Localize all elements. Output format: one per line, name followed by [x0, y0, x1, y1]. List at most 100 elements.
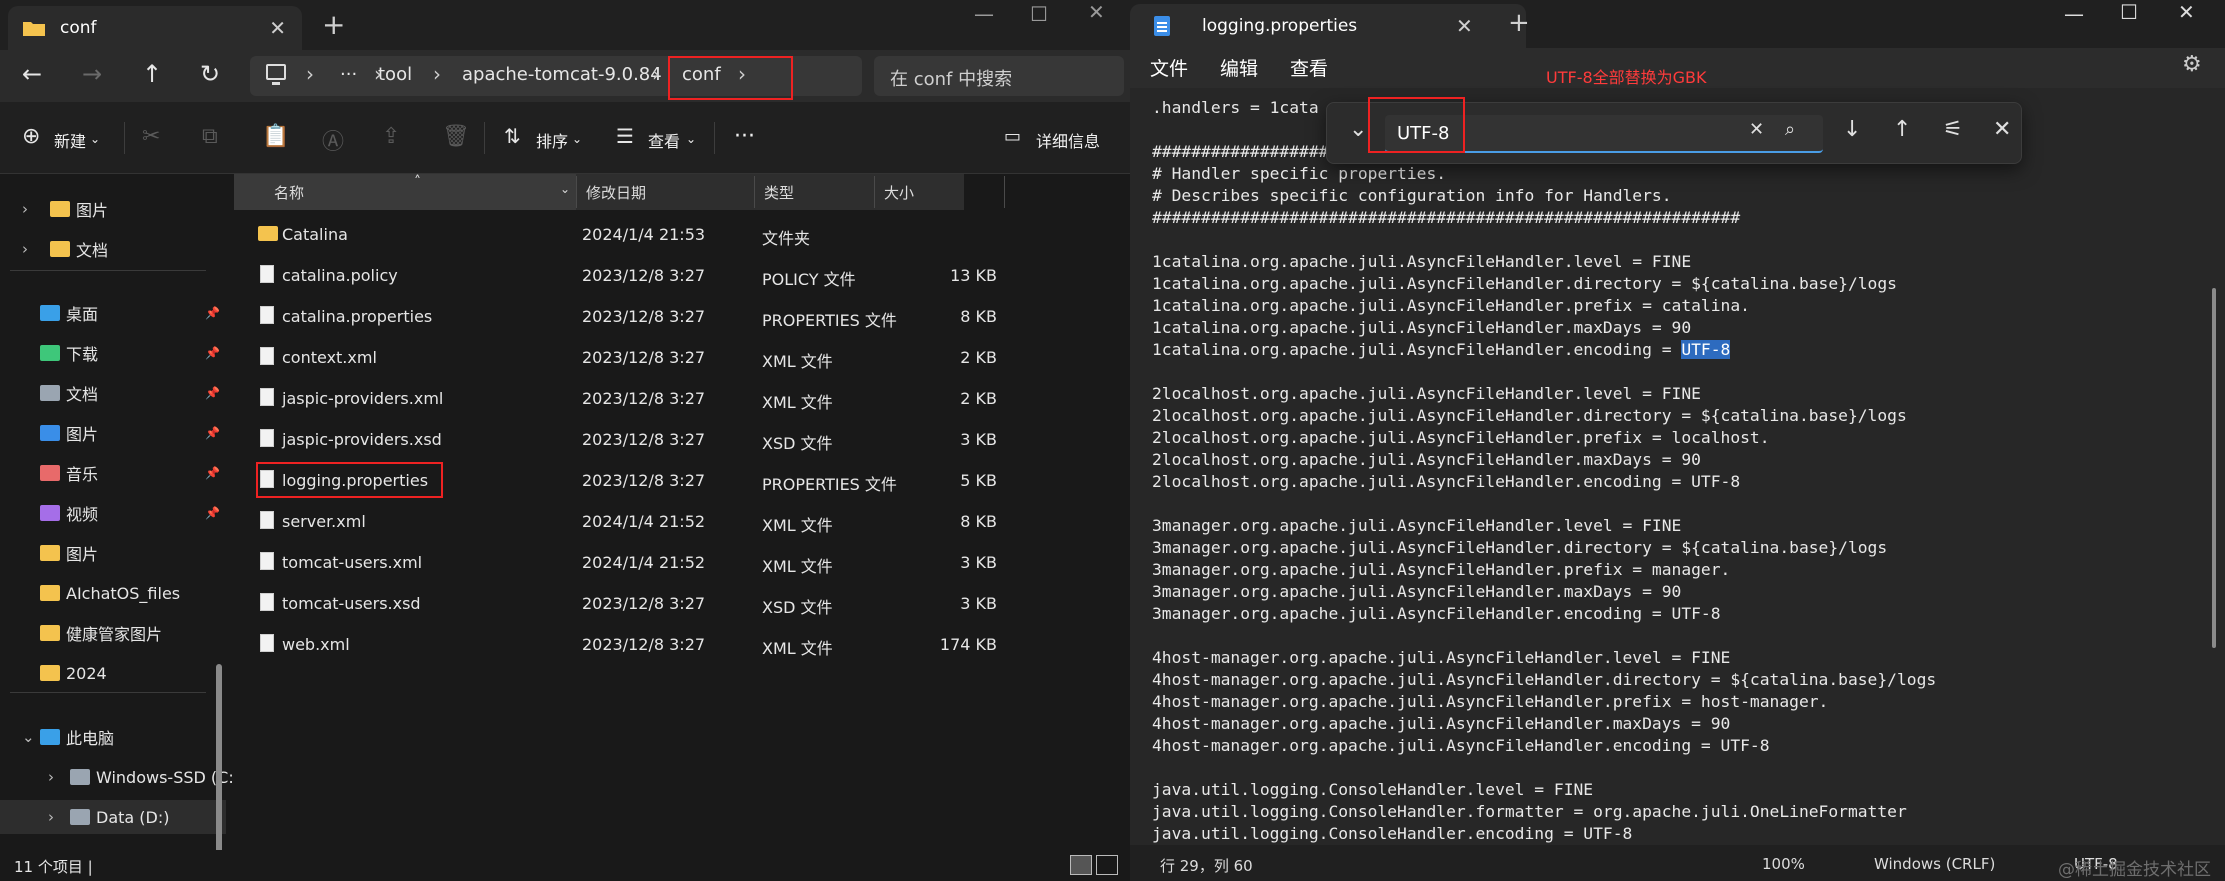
gear-icon[interactable]: ⚙ — [2182, 52, 2202, 77]
minimize-icon[interactable]: — — [974, 2, 994, 26]
address-bar[interactable]: › ··· › tool › apache-tomcat-9.0.84 › co… — [250, 56, 862, 100]
file-row[interactable]: Catalina 2024/1/4 21:53 文件夹 — [232, 214, 1002, 255]
sidebar-item[interactable]: 文档 📌 — [0, 376, 226, 410]
sidebar-item-label: 视频 — [66, 505, 99, 524]
sidebar-item[interactable]: 健康管家图片 — [0, 616, 226, 650]
close-window-icon[interactable]: ✕ — [2178, 0, 2195, 24]
sidebar-item[interactable]: 视频 📌 — [0, 496, 226, 530]
column-divider[interactable] — [754, 176, 755, 208]
sidebar-item[interactable]: ⌄ 此电脑 — [0, 720, 226, 754]
maximize-icon[interactable]: ☐ — [2120, 0, 2138, 24]
file-row[interactable]: logging.properties 2023/12/8 3:27 PROPERTI… — [232, 460, 1002, 501]
notepad-tab[interactable]: logging.properties ✕ — [1130, 4, 1526, 48]
menu-edit[interactable]: 编辑 — [1220, 54, 1258, 81]
chevron-right-icon[interactable]: › — [22, 200, 28, 218]
file-row[interactable]: jaspic-providers.xml 2023/12/8 3:27 XML 文件… — [232, 378, 1002, 419]
sort-button[interactable]: 排序 — [536, 128, 568, 152]
arrow-up-icon[interactable]: ↑ — [1893, 117, 1911, 142]
plus-circle-icon[interactable]: ⊕ — [22, 124, 40, 149]
refresh-icon[interactable]: ↻ — [192, 60, 228, 88]
file-row[interactable]: tomcat-users.xsd 2023/12/8 3:27 XSD 文件 3 KB — [232, 583, 1002, 624]
forward-icon[interactable]: → — [74, 60, 110, 88]
column-header-size[interactable]: 大小 — [874, 174, 964, 210]
sidebar-item[interactable]: 图片 — [0, 536, 226, 570]
file-size: 5 KB — [960, 471, 997, 490]
sidebar-scrollbar[interactable] — [216, 664, 222, 881]
close-tab-icon[interactable]: ✕ — [269, 16, 286, 40]
delete-icon[interactable]: 🗑 — [442, 124, 470, 149]
view-button[interactable]: 查看 — [648, 128, 680, 152]
column-divider[interactable] — [576, 176, 577, 208]
column-divider[interactable] — [874, 176, 875, 208]
close-tab-icon[interactable]: ✕ — [1456, 14, 1473, 38]
chevron-right-icon[interactable]: › — [48, 768, 54, 786]
copy-icon[interactable]: ⧉ — [202, 124, 218, 149]
code-line: 2localhost.org.apache.juli.AsyncFileHand… — [1152, 384, 1701, 403]
search-icon[interactable]: ⌕ — [1785, 119, 1795, 140]
rename-icon[interactable]: Ⓐ — [322, 124, 344, 156]
text-editor[interactable]: .handlers = 1cata #######################… — [1130, 68, 2225, 845]
file-row[interactable]: server.xml 2024/1/4 21:52 XML 文件 8 KB — [232, 501, 1002, 542]
file-row[interactable]: jaspic-providers.xsd 2023/12/8 3:27 XSD 文件… — [232, 419, 1002, 460]
arrow-down-icon[interactable]: ↓ — [1843, 117, 1861, 142]
code-line: java.util.logging.ConsoleHandler.formatt… — [1152, 802, 1907, 821]
breadcrumb-item[interactable]: tool — [378, 64, 412, 85]
sidebar-item[interactable]: AIchatOS_files — [0, 576, 226, 610]
video-icon — [40, 505, 60, 521]
vertical-scrollbar[interactable] — [2212, 288, 2216, 648]
breadcrumb-item[interactable]: apache-tomcat-9.0.84 — [462, 64, 662, 85]
file-row[interactable]: catalina.policy 2023/12/8 3:27 POLICY 文件 13… — [232, 255, 1002, 296]
file-row[interactable]: tomcat-users.xml 2024/1/4 21:52 XML 文件 3 KB — [232, 542, 1002, 583]
back-icon[interactable]: ← — [14, 60, 50, 88]
minimize-icon[interactable]: — — [2064, 2, 2084, 26]
maximize-icon[interactable]: ☐ — [1030, 2, 1048, 26]
new-tab-icon[interactable]: + — [1508, 8, 1530, 38]
sidebar-item[interactable]: 2024 — [0, 656, 226, 690]
column-header-name[interactable]: 名称 ˄ ⌄ — [234, 174, 576, 210]
sidebar-item[interactable]: › Data (D:) — [0, 800, 226, 834]
breadcrumb-more[interactable]: ··· — [340, 64, 357, 85]
file-date: 2024/1/4 21:52 — [582, 512, 706, 531]
file-row[interactable]: web.xml 2023/12/8 3:27 XML 文件 174 KB — [232, 624, 1002, 665]
code-line: 4host-manager.org.apache.juli.AsyncFileH… — [1152, 736, 1770, 755]
details-pane-icon: ▭ — [1004, 126, 1022, 147]
column-header-type[interactable]: 类型 — [754, 174, 874, 210]
sidebar-item[interactable]: 桌面 📌 — [0, 296, 226, 330]
toolbar-divider — [124, 122, 125, 154]
menu-file[interactable]: 文件 — [1150, 54, 1188, 81]
column-divider[interactable] — [1004, 176, 1005, 208]
chevron-right-icon[interactable]: › — [48, 808, 54, 826]
clear-icon[interactable]: ✕ — [1749, 119, 1764, 140]
search-input[interactable]: 在 conf 中搜索 — [874, 56, 1124, 96]
details-button[interactable]: 详细信息 — [1036, 128, 1100, 152]
share-icon[interactable]: ⇪ — [382, 124, 400, 149]
cut-icon[interactable]: ✂ — [142, 124, 160, 149]
file-name: context.xml — [282, 348, 377, 367]
chevron-down-icon[interactable]: ⌄ — [1349, 117, 1367, 142]
close-window-icon[interactable]: ✕ — [1088, 0, 1105, 24]
up-icon[interactable]: ↑ — [134, 60, 170, 88]
column-header-date[interactable]: 修改日期 — [576, 174, 754, 210]
sidebar-item[interactable]: › 图片 — [0, 192, 226, 226]
chevron-down-icon[interactable]: ⌄ — [22, 728, 35, 746]
menu-view[interactable]: 查看 — [1290, 54, 1328, 81]
sidebar-item[interactable]: 图片 📌 — [0, 416, 226, 450]
sidebar-item[interactable]: 音乐 📌 — [0, 456, 226, 490]
paste-icon[interactable]: 📋 — [262, 124, 289, 149]
new-tab-icon[interactable]: + — [322, 8, 345, 41]
sidebar-item[interactable]: 下载 📌 — [0, 336, 226, 370]
file-row[interactable]: context.xml 2023/12/8 3:27 XML 文件 2 KB — [232, 337, 1002, 378]
new-button[interactable]: 新建 — [54, 128, 86, 152]
explorer-tab[interactable]: conf ✕ — [8, 6, 302, 50]
file-icon — [260, 388, 274, 406]
more-options-button[interactable]: ··· — [734, 124, 755, 149]
file-row[interactable]: catalina.properties 2023/12/8 3:27 PROPERT… — [232, 296, 1002, 337]
close-find-icon[interactable]: ✕ — [1993, 117, 2011, 142]
find-options-icon[interactable]: ⚟ — [1943, 117, 1963, 142]
code-line: 2localhost.org.apache.juli.AsyncFileHand… — [1152, 472, 1741, 491]
tiles-view-icon[interactable] — [1096, 855, 1118, 875]
sidebar-item[interactable]: › Windows-SSD (C:) — [0, 760, 240, 794]
chevron-right-icon[interactable]: › — [22, 240, 28, 258]
details-view-icon[interactable] — [1070, 855, 1092, 875]
sidebar-item[interactable]: › 文档 — [0, 232, 226, 266]
